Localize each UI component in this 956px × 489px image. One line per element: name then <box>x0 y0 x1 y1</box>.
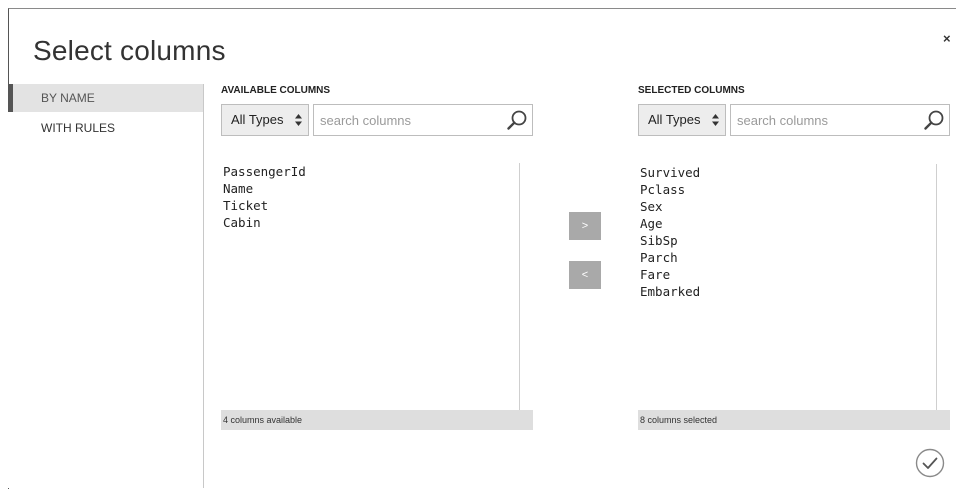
selected-status-bar: 8 columns selected <box>638 410 950 430</box>
selected-search-input[interactable] <box>735 112 919 129</box>
list-item[interactable]: Pclass <box>640 181 950 198</box>
list-item[interactable]: Name <box>223 180 533 197</box>
selected-search-box[interactable] <box>730 104 950 136</box>
add-column-button[interactable]: > <box>569 212 601 240</box>
list-item[interactable]: PassengerId <box>223 163 533 180</box>
available-columns-header: AVAILABLE COLUMNS <box>221 85 331 96</box>
available-filter-row: All Types <box>221 104 533 138</box>
search-icon[interactable] <box>506 109 528 131</box>
list-item[interactable]: Age <box>640 215 950 232</box>
available-scrollbar[interactable] <box>519 163 520 421</box>
selected-type-select[interactable]: All Types <box>638 104 726 136</box>
list-item[interactable]: Fare <box>640 266 950 283</box>
list-item[interactable]: Parch <box>640 249 950 266</box>
available-type-select[interactable]: All Types <box>221 104 309 136</box>
close-icon[interactable]: × <box>943 31 951 46</box>
search-icon[interactable] <box>923 109 945 131</box>
sidebar: BY NAME WITH RULES <box>8 84 204 488</box>
available-columns-panel: AVAILABLE COLUMNS All Types PassengerIdN… <box>221 84 533 430</box>
selected-columns-header: SELECTED COLUMNS <box>638 85 745 96</box>
list-item[interactable]: SibSp <box>640 232 950 249</box>
available-search-box[interactable] <box>313 104 533 136</box>
list-item[interactable]: Sex <box>640 198 950 215</box>
available-columns-list[interactable]: PassengerId Name Ticket Cabin <box>221 163 533 421</box>
selected-columns-list[interactable]: Survived Pclass Sex Age SibSp Parch Fare Embark… <box>638 164 950 422</box>
updown-arrows-icon <box>295 114 302 126</box>
list-item[interactable]: Embarked <box>640 283 950 300</box>
selected-columns-panel: SELECTED COLUMNS All Types SurvivedPclas… <box>638 84 950 430</box>
list-item[interactable]: Cabin <box>223 214 533 231</box>
dialog-title: Select columns <box>33 35 226 66</box>
selected-filter-row: All Types <box>638 104 950 138</box>
available-status-bar: 4 columns available <box>221 410 533 430</box>
sidebar-item-by-name[interactable]: BY NAME <box>8 84 203 112</box>
check-circle-icon[interactable] <box>915 448 945 478</box>
list-item[interactable]: Survived <box>640 164 950 181</box>
updown-arrows-icon <box>712 114 719 126</box>
list-item[interactable]: Ticket <box>223 197 533 214</box>
available-search-input[interactable] <box>318 112 502 129</box>
type-select-value: All Types <box>231 112 284 127</box>
remove-column-button[interactable]: < <box>569 261 601 289</box>
type-select-value: All Types <box>648 112 701 127</box>
sidebar-item-with-rules[interactable]: WITH RULES <box>8 114 203 142</box>
selected-scrollbar[interactable] <box>936 164 937 422</box>
